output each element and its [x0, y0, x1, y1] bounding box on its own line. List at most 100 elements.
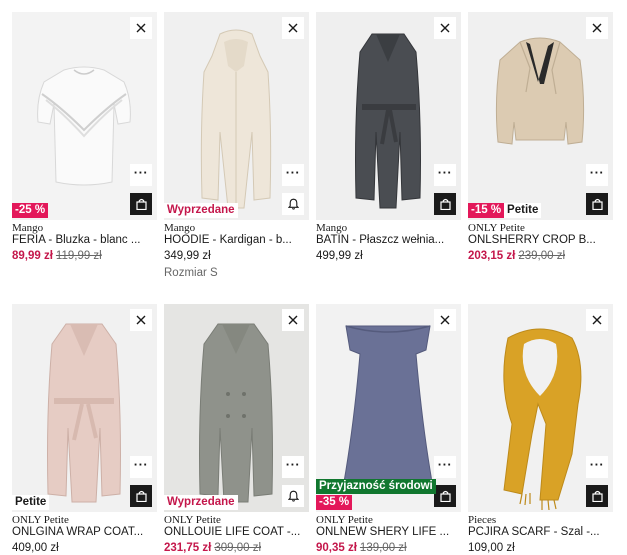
add-to-bag-button[interactable] [586, 193, 608, 215]
scarf-image [468, 304, 613, 512]
product-image[interactable]: ··· -15 % Petite [468, 12, 613, 220]
product-price: 409,00 zł [12, 542, 59, 554]
more-icon: ··· [133, 165, 149, 180]
shopping-bag-icon [135, 490, 147, 502]
more-options-button[interactable]: ··· [130, 456, 152, 478]
close-icon [136, 315, 146, 325]
discount-badge: -35 % [316, 495, 353, 510]
original-price: 239,00 zł [518, 250, 566, 262]
product-image[interactable]: ··· Petite [12, 304, 157, 512]
product-card[interactable]: ··· -15 % Petite ONLY Petite ONLSHERRY CR… [468, 12, 613, 264]
product-name[interactable]: FERIA - Bluzka - blanc ... [12, 234, 157, 247]
close-icon [440, 315, 450, 325]
jacket-image [468, 12, 613, 220]
sold-out-badge: Wyprzedane [164, 495, 238, 510]
more-icon: ··· [285, 165, 301, 180]
product-card[interactable]: ··· Wyprzedane Mango HOODIE - Kardigan -… [164, 12, 309, 279]
product-name[interactable]: HOODIE - Kardigan - b... [164, 234, 309, 247]
shopping-bag-icon [439, 490, 451, 502]
remove-from-wishlist-button[interactable] [130, 17, 152, 39]
shopping-bag-icon [135, 198, 147, 210]
product-name[interactable]: PCJIRA SCARF - Szal -... [468, 526, 613, 539]
product-image[interactable]: ··· Wyprzedane [164, 12, 309, 220]
remove-from-wishlist-button[interactable] [282, 17, 304, 39]
more-options-button[interactable]: ··· [130, 164, 152, 186]
product-brand: ONLY Petite [164, 514, 221, 526]
coat-image [164, 304, 309, 512]
product-price: 349,99 zł [164, 250, 211, 262]
product-image[interactable]: ··· Wyprzedane [164, 304, 309, 512]
size-note: Rozmiar S [164, 267, 218, 279]
product-price: 499,99 zł [316, 250, 363, 262]
product-price: 109,00 zł [468, 542, 515, 554]
remove-from-wishlist-button[interactable] [130, 309, 152, 331]
notify-me-button[interactable] [282, 485, 304, 507]
remove-from-wishlist-button[interactable] [434, 17, 456, 39]
more-options-button[interactable]: ··· [434, 164, 456, 186]
coat-image [316, 12, 461, 220]
blouse-image [12, 12, 157, 220]
product-name[interactable]: BATIN - Płaszcz wełnia... [316, 234, 461, 247]
bell-icon [287, 490, 299, 502]
more-options-button[interactable]: ··· [586, 456, 608, 478]
original-price: 309,00 zł [214, 542, 262, 554]
product-brand: ONLY Petite [12, 514, 69, 526]
close-icon [592, 23, 602, 33]
product-card[interactable]: ··· Przyjazność środowi -35 % ONLY Petit… [316, 304, 461, 555]
discount-badge: -15 % [468, 203, 505, 218]
remove-from-wishlist-button[interactable] [586, 17, 608, 39]
product-brand: Mango [12, 222, 44, 234]
more-icon: ··· [285, 457, 301, 472]
notify-me-button[interactable] [282, 193, 304, 215]
product-card[interactable]: ··· Pieces PCJIRA SCARF - Szal -... 109,… [468, 304, 613, 555]
remove-from-wishlist-button[interactable] [434, 309, 456, 331]
product-name[interactable]: ONLLOUIE LIFE COAT -... [164, 526, 309, 539]
more-icon: ··· [589, 457, 605, 472]
add-to-bag-button[interactable] [130, 193, 152, 215]
more-options-button[interactable]: ··· [282, 456, 304, 478]
close-icon [592, 315, 602, 325]
product-brand: ONLY Petite [468, 222, 525, 234]
product-image[interactable]: ··· Przyjazność środowi -35 % [316, 304, 461, 512]
product-card[interactable]: ··· Mango BATIN - Płaszcz wełnia... 499,… [316, 12, 461, 264]
product-name[interactable]: ONLSHERRY CROP B... [468, 234, 613, 247]
product-brand: Mango [316, 222, 348, 234]
product-card[interactable]: ··· -25 % Mango FERIA - Bluzka - blanc .… [12, 12, 157, 264]
product-price: 89,99 zł [12, 250, 53, 262]
cardigan-image [164, 12, 309, 220]
product-image[interactable]: ··· -25 % [12, 12, 157, 220]
remove-from-wishlist-button[interactable] [586, 309, 608, 331]
more-options-button[interactable]: ··· [434, 456, 456, 478]
add-to-bag-button[interactable] [586, 485, 608, 507]
close-icon [288, 23, 298, 33]
product-price: 203,15 zł [468, 250, 516, 262]
eco-badge: Przyjazność środowi [316, 479, 436, 494]
badges: -15 % Petite [468, 203, 542, 218]
product-brand: Mango [164, 222, 196, 234]
product-brand: ONLY Petite [316, 514, 373, 526]
petite-badge: Petite [12, 495, 50, 510]
add-to-bag-button[interactable] [434, 485, 456, 507]
close-icon [288, 315, 298, 325]
close-icon [440, 23, 450, 33]
more-options-button[interactable]: ··· [586, 164, 608, 186]
product-image[interactable]: ··· [316, 12, 461, 220]
product-card[interactable]: ··· Wyprzedane ONLY Petite ONLLOUIE LIFE… [164, 304, 309, 555]
product-price: 90,35 zł [316, 542, 357, 554]
more-icon: ··· [437, 457, 453, 472]
product-brand: Pieces [468, 514, 497, 526]
original-price: 119,99 zł [55, 250, 102, 262]
product-image[interactable]: ··· [468, 304, 613, 512]
product-card[interactable]: ··· Petite ONLY Petite ONLGINA WRAP COAT… [12, 304, 157, 555]
add-to-bag-button[interactable] [434, 193, 456, 215]
product-name[interactable]: ONLGINA WRAP COAT... [12, 526, 157, 539]
sold-out-badge: Wyprzedane [164, 203, 238, 218]
more-options-button[interactable]: ··· [282, 164, 304, 186]
close-icon [136, 23, 146, 33]
petite-badge: Petite [504, 203, 542, 218]
wrap-coat-image [12, 304, 157, 512]
add-to-bag-button[interactable] [130, 485, 152, 507]
product-name[interactable]: ONLNEW SHERY LIFE ... [316, 526, 461, 539]
remove-from-wishlist-button[interactable] [282, 309, 304, 331]
badges: -25 % [12, 203, 49, 218]
